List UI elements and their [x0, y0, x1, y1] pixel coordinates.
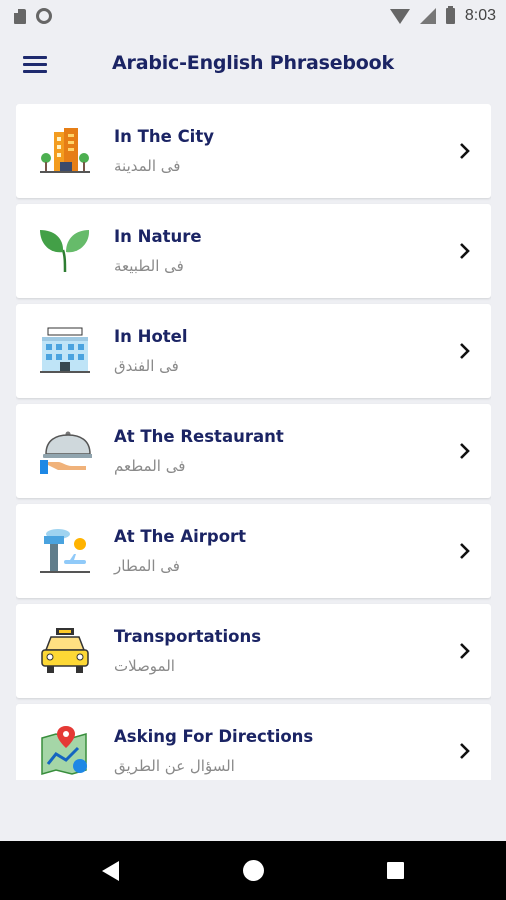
sd-card-icon [14, 8, 26, 24]
recent-apps-square-icon[interactable] [387, 862, 404, 879]
status-time: 8:03 [464, 7, 496, 24]
sync-circle-icon [36, 8, 52, 24]
cell-signal-icon [419, 8, 436, 24]
chevron-right-icon [460, 343, 470, 359]
status-left-icons [14, 8, 52, 24]
city-buildings-icon [40, 128, 90, 173]
chevron-right-icon [460, 743, 470, 759]
category-subtitle: فى الفندق [114, 357, 179, 375]
category-title: In The City [114, 127, 214, 146]
battery-icon [445, 6, 455, 24]
category-card-directions[interactable]: Asking For Directions السؤال عن الطريق [16, 704, 491, 780]
app-bar: Arabic-English Phrasebook [0, 32, 506, 98]
category-card-restaurant[interactable]: At The Restaurant فى المطعم [16, 404, 491, 498]
chevron-right-icon [460, 243, 470, 259]
category-title: At The Airport [114, 527, 247, 546]
airport-tower-icon [40, 529, 90, 573]
category-card-transportations[interactable]: Transportations الموصلات [16, 604, 491, 698]
category-title: In Nature [114, 227, 202, 246]
status-right-icons: 8:03 [389, 6, 496, 25]
category-subtitle: فى الطبيعة [114, 257, 184, 275]
chevron-right-icon [460, 643, 470, 659]
category-card-city[interactable]: In The City فى المدينة [16, 104, 491, 198]
map-pin-icon [41, 726, 87, 775]
category-title: At The Restaurant [114, 427, 284, 446]
category-subtitle: فى المطار [114, 557, 180, 575]
wifi-icon [389, 8, 410, 24]
category-subtitle: السؤال عن الطريق [114, 757, 235, 775]
chevron-right-icon [460, 543, 470, 559]
category-list[interactable]: In The City فى المدينة In Nature فى الطب… [16, 104, 491, 780]
chevron-right-icon [460, 143, 470, 159]
chevron-right-icon [460, 443, 470, 459]
app-screen: 8:03 Arabic-English Phrasebook In The Ci… [0, 0, 506, 900]
food-cloche-icon [40, 431, 92, 474]
category-card-airport[interactable]: At The Airport فى المطار [16, 504, 491, 598]
back-triangle-icon[interactable] [102, 861, 119, 881]
category-title: In Hotel [114, 327, 188, 346]
category-subtitle: فى المدينة [114, 157, 181, 175]
system-nav-bar [0, 841, 506, 900]
hotel-building-icon [40, 327, 90, 373]
category-subtitle: الموصلات [114, 657, 175, 675]
leaves-sprout-icon [40, 230, 90, 273]
taxi-icon [41, 628, 89, 673]
category-subtitle: فى المطعم [114, 457, 186, 475]
home-circle-icon[interactable] [243, 860, 264, 881]
status-bar: 8:03 [0, 0, 506, 32]
category-card-hotel[interactable]: In Hotel فى الفندق [16, 304, 491, 398]
category-card-nature[interactable]: In Nature فى الطبيعة [16, 204, 491, 298]
category-title: Asking For Directions [114, 727, 314, 746]
category-title: Transportations [114, 627, 262, 646]
page-title: Arabic-English Phrasebook [112, 52, 394, 74]
